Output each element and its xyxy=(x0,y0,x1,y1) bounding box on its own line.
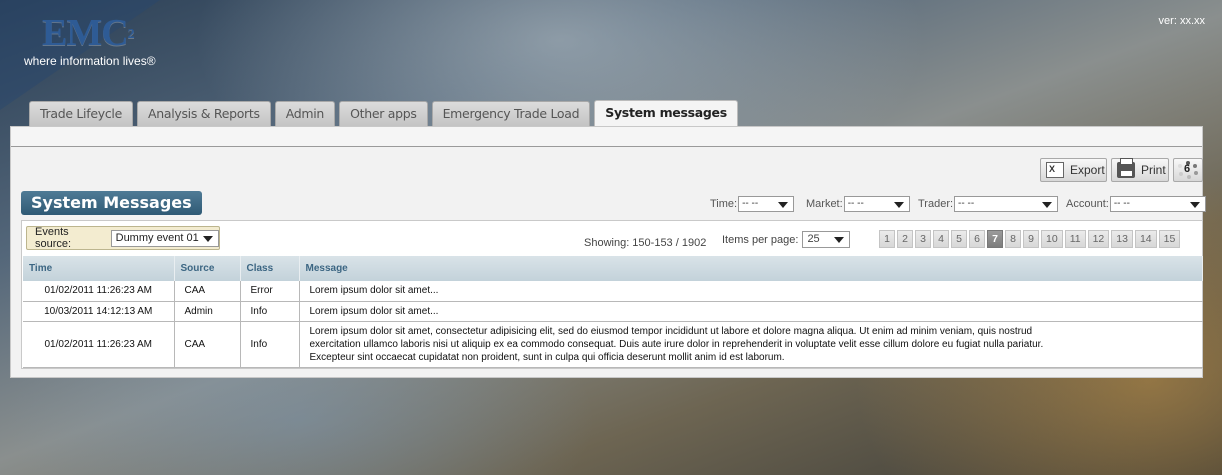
events-source-select[interactable]: Dummy event 01 xyxy=(110,229,219,247)
messages-content: Events source: Dummy event 01 Showing: 1… xyxy=(21,220,1203,369)
panel-top-bar xyxy=(11,127,1202,147)
excel-export-icon xyxy=(1046,162,1064,178)
account-filter: Account: -- -- xyxy=(1066,196,1206,212)
account-select[interactable]: -- -- xyxy=(1109,196,1206,212)
page-button[interactable]: 12 xyxy=(1087,230,1110,248)
items-per-page-select[interactable]: 25 xyxy=(802,231,851,248)
system-messages-panel: Export Print 6 System Messages Time: -- … xyxy=(10,126,1206,378)
export-label: Export xyxy=(1070,163,1105,177)
page-button[interactable]: 7 xyxy=(987,230,1003,248)
print-label: Print xyxy=(1141,163,1166,177)
page-button[interactable]: 11 xyxy=(1064,230,1086,248)
items-per-page-value: 25 xyxy=(807,233,820,245)
cell-class: Info xyxy=(240,321,300,368)
trader-select[interactable]: -- -- xyxy=(954,196,1059,212)
market-select-value: -- -- xyxy=(847,198,864,209)
message-line: exercitation ullamco laboris nisi ut ali… xyxy=(309,338,1044,350)
chevron-down-icon xyxy=(1189,202,1200,208)
time-filter: Time: -- -- xyxy=(710,196,795,212)
chevron-down-icon xyxy=(778,202,789,208)
page-button[interactable]: 8 xyxy=(1005,230,1021,248)
cell-time: 01/02/2011 11:26:23 AM xyxy=(23,321,175,368)
page-button[interactable]: 6 xyxy=(969,230,985,248)
messages-table: Time Source Class Message 01/02/2011 11:… xyxy=(23,256,1203,368)
version-label: ver: xx.xx xyxy=(1158,15,1205,27)
spinner-icon: 6 xyxy=(1177,161,1199,179)
events-source-label: Events source: xyxy=(35,226,72,250)
emc-logo: EMC2 where information lives® xyxy=(24,14,156,68)
logo-wordmark: EMC2 xyxy=(42,12,135,54)
column-class[interactable]: Class xyxy=(240,256,300,281)
chevron-down-icon xyxy=(1042,202,1053,208)
cell-source: Admin xyxy=(174,301,241,322)
print-button[interactable]: Print xyxy=(1111,158,1169,182)
page-button[interactable]: 1 xyxy=(879,230,895,248)
tab-admin[interactable]: Admin xyxy=(274,101,336,126)
account-select-value: -- -- xyxy=(1113,198,1130,209)
tab-trade-lifecycle[interactable]: Trade Lifeycle xyxy=(29,101,133,126)
section-title: System Messages xyxy=(21,191,202,215)
cell-time: 01/02/2011 11:26:23 AM xyxy=(23,281,175,302)
main-tabs: Trade Lifeycle Analysis & Reports Admin … xyxy=(29,100,742,126)
logo-tagline: where information lives® xyxy=(24,54,156,68)
page-button[interactable]: 9 xyxy=(1023,230,1039,248)
page-button[interactable]: 2 xyxy=(897,230,913,248)
loading-indicator-button[interactable]: 6 xyxy=(1173,158,1203,182)
table-row[interactable]: 01/02/2011 11:26:23 AM CAA Error Lorem i… xyxy=(23,281,1203,302)
time-select-value: -- -- xyxy=(742,198,759,209)
page-button[interactable]: 15 xyxy=(1158,230,1181,248)
chevron-down-icon xyxy=(893,202,904,208)
time-filter-label: Time: xyxy=(710,198,738,210)
page-button[interactable]: 3 xyxy=(915,230,931,248)
results-count: Showing: 150-153 / 1902 xyxy=(584,237,707,249)
cell-message: Lorem ipsum dolor sit amet, consectetur … xyxy=(299,321,1203,368)
column-time[interactable]: Time xyxy=(23,256,175,281)
chevron-down-icon xyxy=(203,235,213,242)
page-button[interactable]: 14 xyxy=(1134,230,1157,248)
trader-filter: Trader: -- -- xyxy=(918,196,1059,212)
column-source[interactable]: Source xyxy=(174,256,241,281)
tab-analysis-reports[interactable]: Analysis & Reports xyxy=(136,101,271,126)
account-filter-label: Account: xyxy=(1066,198,1109,210)
tab-system-messages[interactable]: System messages xyxy=(594,100,738,126)
message-line: Excepteur sint occaecat cupidatat non pr… xyxy=(309,351,785,363)
cell-time: 10/03/2011 14:12:13 AM xyxy=(23,301,175,322)
table-header-row: Time Source Class Message xyxy=(23,256,1203,281)
trader-filter-label: Trader: xyxy=(918,198,954,210)
events-source-value: Dummy event 01 xyxy=(115,231,199,244)
market-filter: Market: -- -- xyxy=(806,196,910,212)
loader-count: 6 xyxy=(1184,163,1191,175)
export-button[interactable]: Export xyxy=(1040,158,1107,182)
page-button[interactable]: 13 xyxy=(1111,230,1133,248)
cell-message: Lorem ipsum dolor sit amet... xyxy=(299,281,1203,302)
table-row[interactable]: 01/02/2011 11:26:23 AM CAA Info Lorem ip… xyxy=(23,321,1203,368)
items-per-page-label: Items per page: xyxy=(722,233,799,246)
cell-source: CAA xyxy=(174,321,241,368)
items-per-page: Items per page: 25 xyxy=(722,231,851,248)
column-message[interactable]: Message xyxy=(299,256,1203,281)
tab-emergency-trade-load[interactable]: Emergency Trade Load xyxy=(431,101,591,126)
trader-select-value: -- -- xyxy=(958,198,975,209)
cell-class: Error xyxy=(240,281,300,302)
printer-icon xyxy=(1117,158,1135,178)
cell-message: Lorem ipsum dolor sit amet... xyxy=(299,301,1203,322)
cell-source: CAA xyxy=(174,281,241,302)
tab-other-apps[interactable]: Other apps xyxy=(339,101,428,126)
page-button[interactable]: 10 xyxy=(1041,230,1063,248)
message-line: Lorem ipsum dolor sit amet, consectetur … xyxy=(309,325,1033,337)
chevron-down-icon xyxy=(834,237,845,243)
page-button[interactable]: 5 xyxy=(951,230,967,248)
cell-class: Info xyxy=(240,301,300,322)
events-source-filter: Events source: Dummy event 01 xyxy=(26,226,220,250)
page-button[interactable]: 4 xyxy=(933,230,949,248)
table-row[interactable]: 10/03/2011 14:12:13 AM Admin Info Lorem … xyxy=(23,301,1203,322)
market-select[interactable]: -- -- xyxy=(843,196,910,212)
time-select[interactable]: -- -- xyxy=(738,196,795,212)
pagination: 1 2 3 4 5 6 7 8 9 10 11 12 13 14 15 xyxy=(879,230,1182,248)
market-filter-label: Market: xyxy=(806,198,843,210)
